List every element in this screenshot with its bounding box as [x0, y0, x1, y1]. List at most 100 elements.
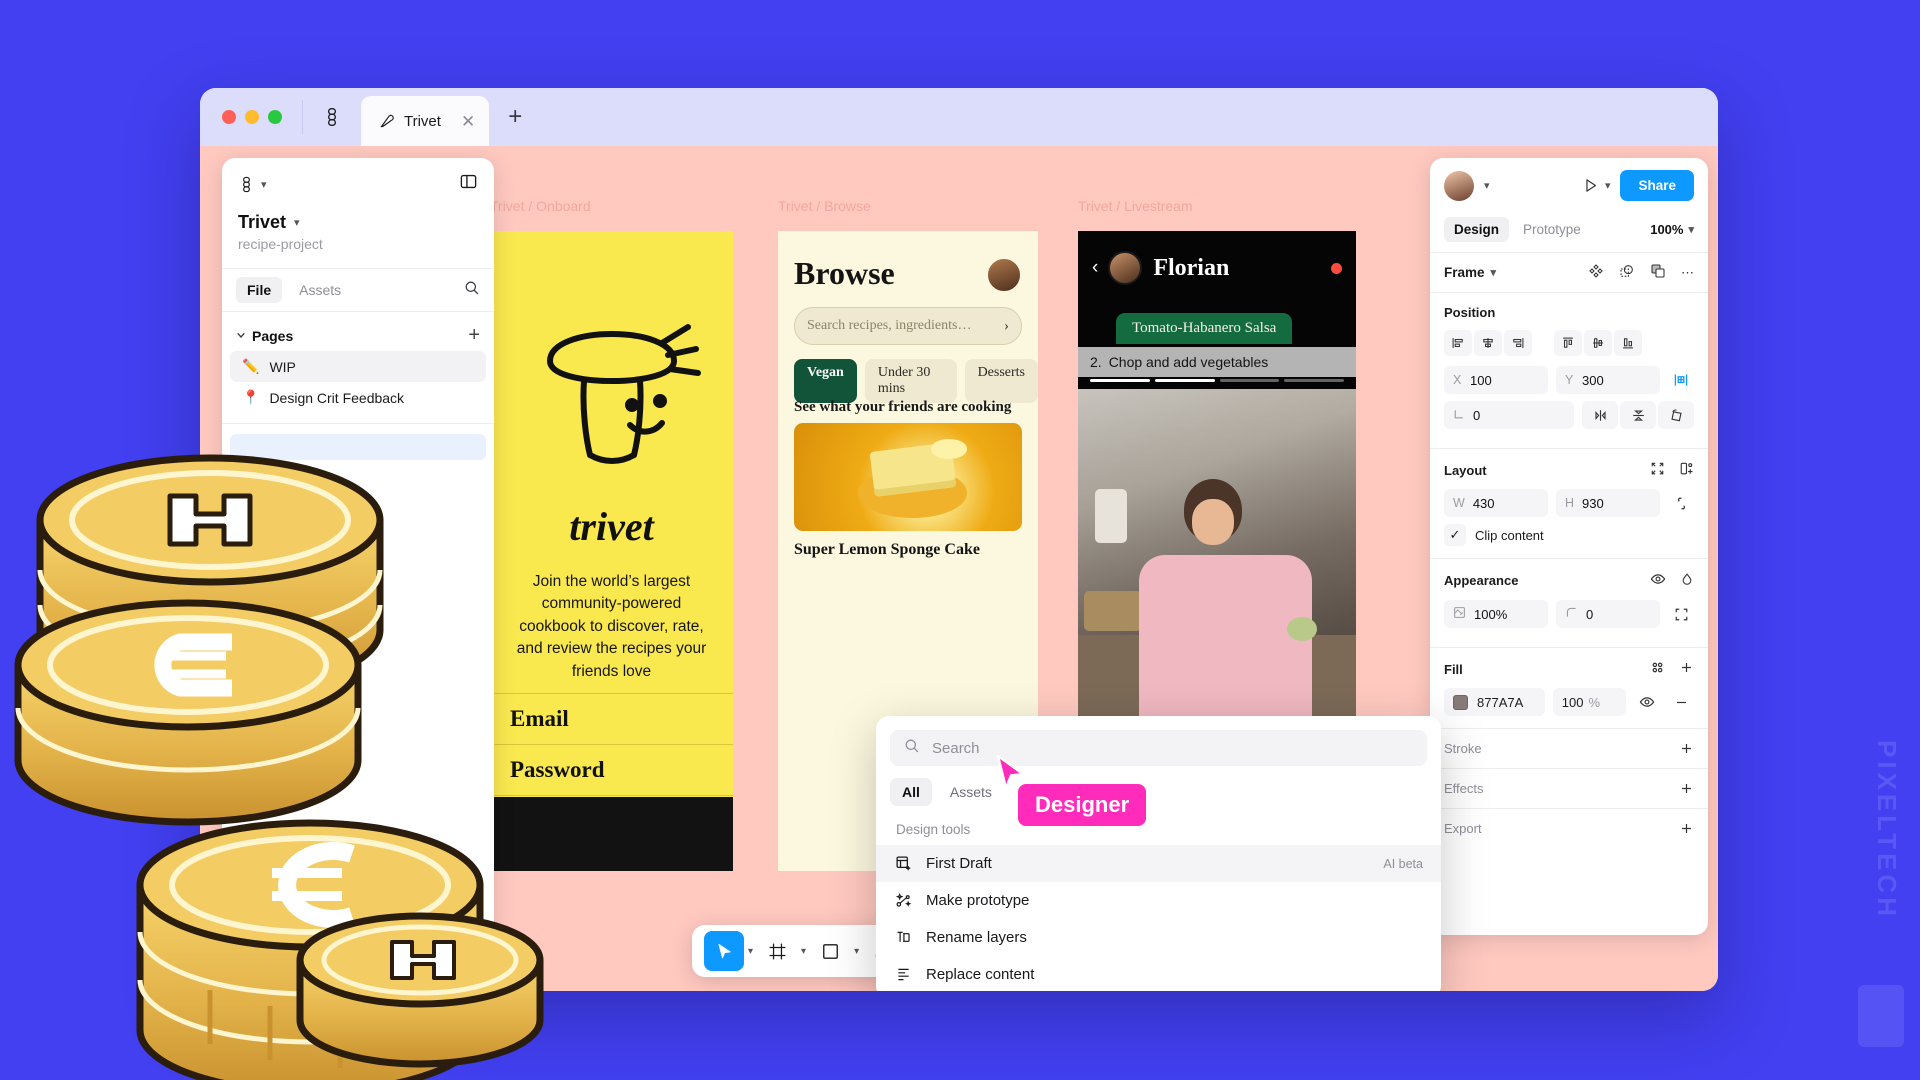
checkbox-checked-icon[interactable]: ✓ — [1444, 524, 1466, 546]
flip-h-icon[interactable] — [1582, 401, 1618, 429]
chevron-right-icon[interactable]: › — [1004, 318, 1009, 335]
align-right-icon[interactable] — [1504, 330, 1532, 356]
constrain-proportions-icon[interactable] — [1668, 490, 1694, 516]
rotate-icon[interactable] — [1658, 401, 1694, 429]
search-icon[interactable] — [463, 279, 480, 301]
mask-icon[interactable] — [1619, 263, 1635, 282]
maximize-window-button[interactable] — [268, 110, 282, 124]
w-value: 430 — [1472, 495, 1495, 511]
fill-color-input[interactable]: 877A7A — [1444, 688, 1545, 716]
avatar[interactable] — [1444, 170, 1474, 201]
filter-chip-desserts[interactable]: Desserts — [964, 359, 1038, 403]
frame-label[interactable]: Trivet / Onboard — [490, 198, 591, 214]
tab-assets[interactable]: Assets — [288, 277, 352, 303]
minus-icon[interactable] — [1668, 689, 1694, 715]
plus-icon[interactable]: + — [468, 324, 480, 347]
chevron-down-icon[interactable]: ▾ — [748, 946, 753, 957]
filter-chip-under-30[interactable]: Under 30 mins — [864, 359, 957, 403]
zoom-control[interactable]: 100% ▾ — [1650, 222, 1694, 237]
panel-layout-icon[interactable] — [459, 172, 478, 196]
align-middle-icon[interactable] — [1584, 330, 1612, 356]
chevron-down-icon[interactable] — [236, 327, 246, 345]
chevron-down-icon[interactable]: ▾ — [854, 946, 859, 957]
chevron-down-icon[interactable]: ▾ — [801, 946, 806, 957]
plus-icon[interactable] — [1679, 741, 1694, 756]
share-button[interactable]: Share — [1620, 170, 1694, 201]
corner-radius-input[interactable]: 0 — [1556, 600, 1660, 628]
tab-design[interactable]: Design — [1444, 217, 1510, 242]
eye-icon[interactable] — [1634, 689, 1660, 715]
plus-icon[interactable] — [1679, 781, 1694, 796]
resize-to-fit-icon[interactable] — [1650, 461, 1665, 479]
email-field[interactable]: Email — [490, 693, 733, 745]
minimize-window-button[interactable] — [245, 110, 259, 124]
palette-item-first-draft[interactable]: First Draft AI beta — [876, 845, 1441, 882]
align-top-icon[interactable] — [1554, 330, 1582, 356]
chevron-down-icon[interactable]: ▾ — [1484, 179, 1490, 192]
move-tool[interactable] — [704, 931, 744, 971]
frame-label[interactable]: Trivet / Browse — [778, 198, 871, 214]
plus-icon[interactable] — [1679, 660, 1694, 678]
clip-content-row[interactable]: ✓ Clip content — [1444, 524, 1694, 546]
y-position-input[interactable]: Y 300 — [1556, 366, 1660, 394]
chevron-left-icon[interactable]: ‹ — [1092, 257, 1098, 279]
component-icon[interactable] — [1588, 263, 1604, 282]
design-canvas[interactable]: Trivet / Onboard Trivet / Browse Trivet … — [200, 146, 1718, 991]
recipe-card-image[interactable] — [794, 423, 1022, 531]
color-swatch[interactable] — [1453, 694, 1468, 710]
more-icon[interactable]: ⋯ — [1681, 265, 1694, 281]
fill-opacity-input[interactable]: 100 % — [1552, 688, 1626, 716]
flip-v-icon[interactable] — [1620, 401, 1656, 429]
width-input[interactable]: W 430 — [1444, 489, 1548, 517]
frame-label[interactable]: Trivet / Livestream — [1078, 198, 1193, 214]
chevron-down-icon[interactable]: ▾ — [1491, 266, 1497, 279]
figma-home-icon[interactable] — [303, 88, 361, 146]
opacity-input[interactable]: 100% — [1444, 600, 1548, 628]
recipe-search-input[interactable]: Search recipes, ingredients… › — [794, 307, 1022, 345]
filter-chip-vegan[interactable]: Vegan — [794, 359, 857, 403]
palette-tab-assets[interactable]: Assets — [938, 778, 1004, 806]
layer-row-selected[interactable] — [230, 434, 486, 460]
avatar[interactable] — [986, 257, 1022, 293]
close-window-button[interactable] — [222, 110, 236, 124]
object-type[interactable]: Frame ▾ — [1444, 265, 1496, 280]
x-position-input[interactable]: X 100 — [1444, 366, 1548, 394]
palette-item-replace-content[interactable]: Replace content — [876, 956, 1441, 991]
password-field[interactable]: Password — [490, 744, 733, 796]
duplicate-icon[interactable] — [1650, 263, 1666, 282]
file-name-row[interactable]: Trivet ▾ — [222, 204, 494, 233]
align-center-h-icon[interactable] — [1474, 330, 1502, 356]
plus-icon[interactable]: + — [489, 88, 541, 146]
frame-tool[interactable] — [757, 931, 797, 971]
shape-tool[interactable] — [810, 931, 850, 971]
tab-prototype[interactable]: Prototype — [1513, 217, 1591, 242]
sidebar-page-design-crit[interactable]: 📍 Design Crit Feedback — [230, 382, 486, 413]
palette-search-input[interactable]: Search — [890, 730, 1427, 766]
styles-icon[interactable] — [1650, 660, 1665, 678]
eye-icon[interactable] — [1650, 571, 1666, 590]
chevron-down-icon[interactable]: ▾ — [261, 178, 267, 191]
individual-corners-icon[interactable] — [1668, 601, 1694, 627]
align-left-icon[interactable] — [1444, 330, 1472, 356]
chevron-down-icon[interactable]: ▾ — [1688, 223, 1694, 236]
palette-item-rename-layers[interactable]: Rename layers — [876, 919, 1441, 956]
height-input[interactable]: H 930 — [1556, 489, 1660, 517]
align-bottom-icon[interactable] — [1614, 330, 1642, 356]
present-button[interactable]: ▾ — [1582, 177, 1611, 194]
add-autolayout-icon[interactable] — [1679, 461, 1694, 479]
rotation-input[interactable]: 0 — [1444, 401, 1574, 429]
blend-mode-icon[interactable] — [1680, 572, 1694, 589]
window-controls[interactable] — [200, 88, 302, 146]
chevron-down-icon[interactable]: ▾ — [294, 216, 300, 229]
sidebar-page-wip[interactable]: ✏️ WIP — [230, 351, 486, 382]
figma-logo-icon[interactable]: ▾ — [238, 176, 267, 193]
close-icon[interactable]: ✕ — [461, 113, 475, 130]
palette-item-make-prototype[interactable]: Make prototype — [876, 882, 1441, 919]
document-tab[interactable]: Trivet ✕ — [361, 96, 490, 146]
distribute-icon[interactable] — [1668, 367, 1694, 393]
palette-tab-all[interactable]: All — [890, 778, 932, 806]
artboard-onboard[interactable]: trivet Join the world’s largest communit… — [490, 231, 733, 871]
chevron-down-icon[interactable]: ▾ — [1605, 179, 1611, 192]
tab-file[interactable]: File — [236, 277, 283, 303]
plus-icon[interactable] — [1679, 821, 1694, 836]
